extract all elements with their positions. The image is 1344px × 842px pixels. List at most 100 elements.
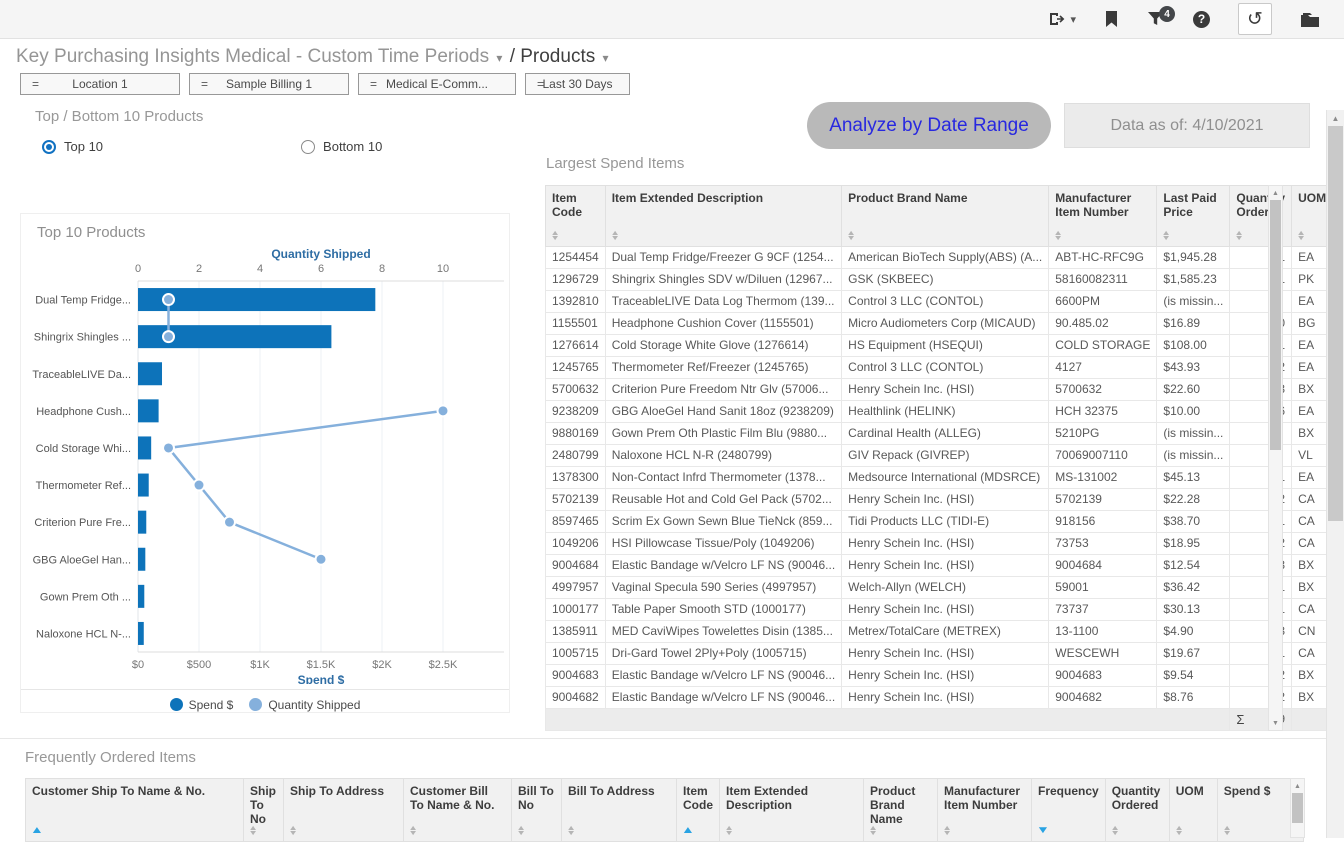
column-header[interactable]: Customer Bill To Name & No.▲▼ [404,779,512,842]
table-cell: $18.95 [1157,533,1230,555]
column-header[interactable]: Customer Ship To Name & No.▲ [26,779,244,842]
table-cell: 58160082311 [1049,269,1157,291]
table-scrollbar[interactable]: ▲ ▼ [1268,185,1283,731]
dashboard-title[interactable]: Key Purchasing Insights Medical - Custom… [16,46,489,67]
workbook-icon[interactable] [1300,11,1320,28]
help-icon[interactable]: ? [1193,11,1210,28]
chevron-down-icon[interactable]: ▾ [601,51,611,65]
column-header[interactable]: Bill To No▲▼ [512,779,562,842]
sort-icon: ▲▼ [1112,826,1163,836]
column-header[interactable]: Last Paid Price▲▼ [1157,186,1230,247]
table-cell: GBG AloeGel Hand Sanit 18oz (9238209) [605,401,841,423]
scrollbar-thumb[interactable] [1328,126,1343,521]
bar-spend[interactable] [138,511,146,534]
bookmark-icon[interactable] [1104,10,1119,28]
legend-item-quantity[interactable]: Quantity Shipped [249,698,360,712]
table-row[interactable]: 1296729Shingrix Shingles SDV w/Diluen (1… [546,269,1344,291]
filter-chip-category[interactable]: = Medical E-Comm... [358,73,516,95]
column-header[interactable]: Item Code▲ [677,779,720,842]
sort-icon: ▲▼ [612,231,835,241]
table-row[interactable]: 9004682Elastic Bandage w/Velcro LF NS (9… [546,687,1344,709]
table-row[interactable]: 9238209GBG AloeGel Hand Sanit 18oz (9238… [546,401,1344,423]
table-row[interactable]: 1378300Non-Contact Infrd Thermometer (13… [546,467,1344,489]
filter-badge: 4 [1159,6,1175,22]
table-header-row: Customer Ship To Name & No.▲Ship To No▲▼… [26,779,1304,842]
table-cell: Elastic Bandage w/Velcro LF NS (90046... [605,555,841,577]
bar-spend[interactable] [138,622,144,645]
scrollbar-thumb[interactable] [1270,200,1281,450]
page-title[interactable]: / Products [510,46,596,67]
quantity-line [169,411,444,559]
column-label: Bill To No [518,784,555,812]
page-scrollbar[interactable]: ▲ [1326,110,1344,838]
table-row[interactable]: 9004684Elastic Bandage w/Velcro LF NS (9… [546,555,1344,577]
filter-chip-time[interactable]: = Last 30 Days [525,73,630,95]
sort-icon: ▲▼ [870,826,931,836]
bar-spend[interactable] [138,436,151,459]
export-icon[interactable]: ▾ [1048,10,1076,28]
filter-chip-billing[interactable]: = Sample Billing 1 [189,73,349,95]
table-cell: COLD STORAGE [1049,335,1157,357]
column-header[interactable]: Bill To Address▲▼ [562,779,677,842]
bar-spend[interactable] [138,548,145,571]
table-cell: Criterion Pure Freedom Ntr Glv (57006... [605,379,841,401]
chevron-down-icon[interactable]: ▾ [494,51,504,65]
column-header[interactable]: Product Brand Name▲▼ [842,186,1049,247]
column-header[interactable]: Item Extended Description▲▼ [605,186,841,247]
refresh-icon[interactable]: ↺ [1238,3,1272,35]
largest-spend-items-title: Largest Spend Items [546,155,684,172]
scroll-down-icon[interactable]: ▼ [1269,716,1282,730]
bar-spend[interactable] [138,585,144,608]
line-marker [194,480,205,491]
table-row[interactable]: 1385911MED CaviWipes Towelettes Disin (1… [546,621,1344,643]
legend-item-spend[interactable]: Spend $ [170,698,234,712]
filter-chip-location[interactable]: = Location 1 [20,73,180,95]
table-row[interactable]: 1000177Table Paper Smooth STD (1000177)H… [546,599,1344,621]
column-header[interactable]: Product Brand Name▲▼ [864,779,938,842]
scroll-up-icon[interactable]: ▲ [1269,186,1282,200]
column-header[interactable]: Manufacturer Item Number▲▼ [938,779,1032,842]
filter-chip-label: Sample Billing 1 [226,77,312,91]
table-row[interactable]: 1155501Headphone Cushion Cover (1155501)… [546,313,1344,335]
bar-spend[interactable] [138,399,159,422]
analyze-by-date-range-button[interactable]: Analyze by Date Range [807,102,1051,149]
table-cell: Elastic Bandage w/Velcro LF NS (90046... [605,687,841,709]
table-cell: $36.42 [1157,577,1230,599]
bar-spend[interactable] [138,474,149,497]
table-cell: 9004684 [546,555,606,577]
table-row[interactable]: 5700632Criterion Pure Freedom Ntr Glv (5… [546,379,1344,401]
radio-bottom-10[interactable]: Bottom 10 [301,139,382,154]
scroll-up-icon[interactable]: ▲ [1327,110,1344,126]
table-row[interactable]: 4997957Vaginal Specula 590 Series (49979… [546,577,1344,599]
table-row[interactable]: 1005715Dri-Gard Towel 2Ply+Poly (1005715… [546,643,1344,665]
table-row[interactable]: 1245765Thermometer Ref/Freezer (1245765)… [546,357,1344,379]
table-cell: Henry Schein Inc. (HSI) [842,599,1049,621]
filter-chip-label: Medical E-Comm... [386,77,488,91]
filter-icon[interactable]: 4 [1147,10,1165,28]
table-row[interactable]: 8597465Scrim Ex Gown Sewn Blue TieNck (8… [546,511,1344,533]
bottom-axis-tick: $1K [250,659,270,671]
table-row[interactable]: 1392810TraceableLIVE Data Log Thermom (1… [546,291,1344,313]
column-header[interactable]: Ship To No▲▼ [244,779,284,842]
table-row[interactable]: 1276614Cold Storage White Glove (1276614… [546,335,1344,357]
table-cell: $19.67 [1157,643,1230,665]
line-marker [224,517,235,528]
column-header[interactable]: Quantity Ordered▲▼ [1105,779,1169,842]
table-scrollbar[interactable]: ▲ [1290,778,1305,838]
table-row[interactable]: 2480799Naloxone HCL N-R (2480799)GIV Rep… [546,445,1344,467]
column-header[interactable]: Frequency▼ [1032,779,1106,842]
table-row[interactable]: 1254454Dual Temp Fridge/Freezer G 9CF (1… [546,247,1344,269]
column-header[interactable]: Item Code▲▼ [546,186,606,247]
table-row[interactable]: 9880169Gown Prem Oth Plastic Film Blu (9… [546,423,1344,445]
scroll-up-icon[interactable]: ▲ [1291,779,1304,793]
table-row[interactable]: 9004683Elastic Bandage w/Velcro LF NS (9… [546,665,1344,687]
scrollbar-thumb[interactable] [1292,793,1303,823]
column-header[interactable]: Manufacturer Item Number▲▼ [1049,186,1157,247]
column-header[interactable]: UOM▲▼ [1169,779,1217,842]
table-row[interactable]: 1049206HSI Pillowcase Tissue/Poly (10492… [546,533,1344,555]
column-header[interactable]: Ship To Address▲▼ [284,779,404,842]
bar-spend[interactable] [138,362,162,385]
radio-top-10[interactable]: Top 10 [42,139,103,154]
column-header[interactable]: Item Extended Description▲▼ [720,779,864,842]
table-row[interactable]: 5702139Reusable Hot and Cold Gel Pack (5… [546,489,1344,511]
